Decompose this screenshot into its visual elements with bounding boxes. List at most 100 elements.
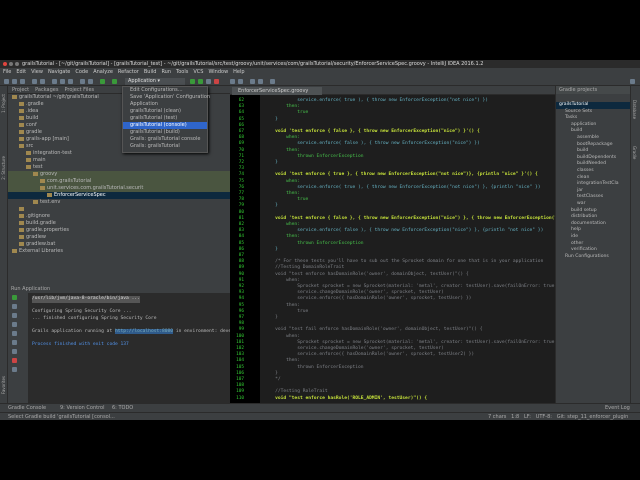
gradle-item[interactable]: Tasks [565,115,577,122]
cut-icon[interactable] [52,79,57,84]
folder-icon [19,143,24,148]
minimize-window-icon[interactable] [9,62,13,66]
menu-tools[interactable]: Tools [176,68,188,77]
gradle-item[interactable]: classes [577,168,594,175]
menu-help[interactable]: Help [233,68,244,77]
stop-icon[interactable] [12,304,17,309]
gradle-item[interactable]: war [577,201,585,208]
gradle-item[interactable]: help [571,227,581,234]
close-icon[interactable] [12,358,17,363]
tree-item[interactable]: .gitignore [8,213,230,220]
dropdown-item[interactable]: Edit Configurations... [123,87,207,94]
gradle-item[interactable]: buildNeeded [577,161,606,168]
save-icon[interactable] [12,79,17,84]
project-tab-2[interactable]: Project Files [64,86,94,93]
project-tool-tab[interactable]: 1: Project [1,94,6,113]
project-tab-1[interactable]: Packages [35,86,58,93]
tree-item[interactable]: gradle.properties [8,227,230,234]
gradle-item[interactable]: grailsTutorial [556,102,631,109]
dropdown-item[interactable]: Save 'Application' Configuration [123,94,210,101]
tree-item[interactable]: com.grailsTutorial [8,178,230,185]
undo-icon[interactable] [32,79,37,84]
gradle-item[interactable]: verification [571,247,597,254]
pause-icon[interactable] [12,313,17,318]
vcs-commit-icon[interactable] [238,79,243,84]
tree-item[interactable]: unit.services.com.grailsTutorial.securit [8,185,230,192]
help-icon[interactable] [270,79,275,84]
dropdown-item[interactable]: Grails: grailsTutorial console [123,136,207,143]
gradle-item[interactable]: distribution [571,214,597,221]
code-editor[interactable]: service.enforce( true ), { throw new Enf… [260,95,555,403]
stop-icon[interactable] [214,79,219,84]
find-icon[interactable] [80,79,85,84]
gradle-item[interactable]: ide [571,234,578,241]
gradle-item[interactable]: testClasses [577,194,603,201]
console-link[interactable]: http://localhost:8080 [114,328,174,334]
run-configuration-select[interactable]: Application ▾ [125,78,185,85]
dropdown-item[interactable]: grailsTutorial (clean) [123,108,207,115]
scroll-to-end-icon[interactable] [12,331,17,336]
project-tab-0[interactable]: Project [12,86,29,93]
gradle-item[interactable]: build [577,148,588,155]
status-message: Select Gradle build 'grailsTutorial [con… [8,414,115,420]
copy-icon[interactable] [60,79,65,84]
tree-item[interactable]: External Libraries [8,248,230,255]
menu-code[interactable]: Code [75,68,88,77]
dropdown-item[interactable]: Grails: grailsTutorial [123,143,207,150]
search-everywhere-icon[interactable] [630,79,635,84]
favorites-tool-tab[interactable]: Favorites [1,376,6,394]
sync-icon[interactable] [20,79,25,84]
structure-tool-tab[interactable]: 2: Structure [1,156,6,180]
replace-icon[interactable] [88,79,93,84]
menu-navigate[interactable]: Navigate [48,68,70,77]
menu-run[interactable]: Run [161,68,171,77]
menu-refactor[interactable]: Refactor [118,68,139,77]
gradle-item[interactable]: Run Configurations [565,254,609,261]
tree-item[interactable]: main [8,157,230,164]
menu-edit[interactable]: Edit [16,68,26,77]
settings-icon[interactable] [250,79,255,84]
gradle-item[interactable]: integrationTestCla [577,181,619,188]
print-icon[interactable] [12,340,17,345]
tree-item[interactable]: test [8,164,230,171]
coverage-icon[interactable] [206,79,211,84]
dropdown-item[interactable]: Application [123,101,207,108]
database-tool-tab[interactable]: Database [632,100,637,119]
debug-icon[interactable] [198,79,203,84]
maximize-window-icon[interactable] [15,62,19,66]
menu-analyze[interactable]: Analyze [93,68,113,77]
open-icon[interactable] [4,79,9,84]
menu-view[interactable]: View [31,68,43,77]
build-icon[interactable] [100,79,105,84]
tree-item[interactable]: EnforcerServiceSpec [8,192,230,199]
paste-icon[interactable] [68,79,73,84]
tree-item[interactable]: gradlew [8,234,230,241]
close-window-icon[interactable] [3,62,7,66]
restore-layout-icon[interactable] [12,322,17,327]
editor-tab-enforcer-service-spec[interactable]: EnforcerServiceSpec.groovy [232,87,322,95]
make-icon[interactable] [112,79,117,84]
gradle-item[interactable]: build [571,128,582,135]
redo-icon[interactable] [40,79,45,84]
menu-window[interactable]: Window [208,68,228,77]
vcs-update-icon[interactable] [230,79,235,84]
console-output[interactable]: /usr/lib/jvm/java-8-oracle/bin/java ... C… [28,293,243,403]
dropdown-item[interactable]: grailsTutorial (console) [123,122,207,129]
rerun-icon[interactable] [12,295,17,300]
menu-file[interactable]: File [3,68,11,77]
gradle-item[interactable]: assemble [577,135,599,142]
help-icon[interactable] [12,367,17,372]
tree-item[interactable] [8,206,230,213]
dropdown-item[interactable]: grailsTutorial (test) [123,115,207,122]
clear-icon[interactable] [12,349,17,354]
tree-item[interactable]: gradlew.bat [8,241,230,248]
dropdown-item[interactable]: grailsTutorial (build) [123,129,207,136]
tree-item[interactable]: groovy [8,171,230,178]
menu-vcs[interactable]: VCS [193,68,203,77]
project-structure-icon[interactable] [258,79,263,84]
run-icon[interactable] [190,79,195,84]
menu-build[interactable]: Build [144,68,157,77]
tree-item[interactable]: test.env [8,199,230,206]
tree-item[interactable]: build.gradle [8,220,230,227]
gradle-tool-tab[interactable]: Gradle [632,146,637,159]
